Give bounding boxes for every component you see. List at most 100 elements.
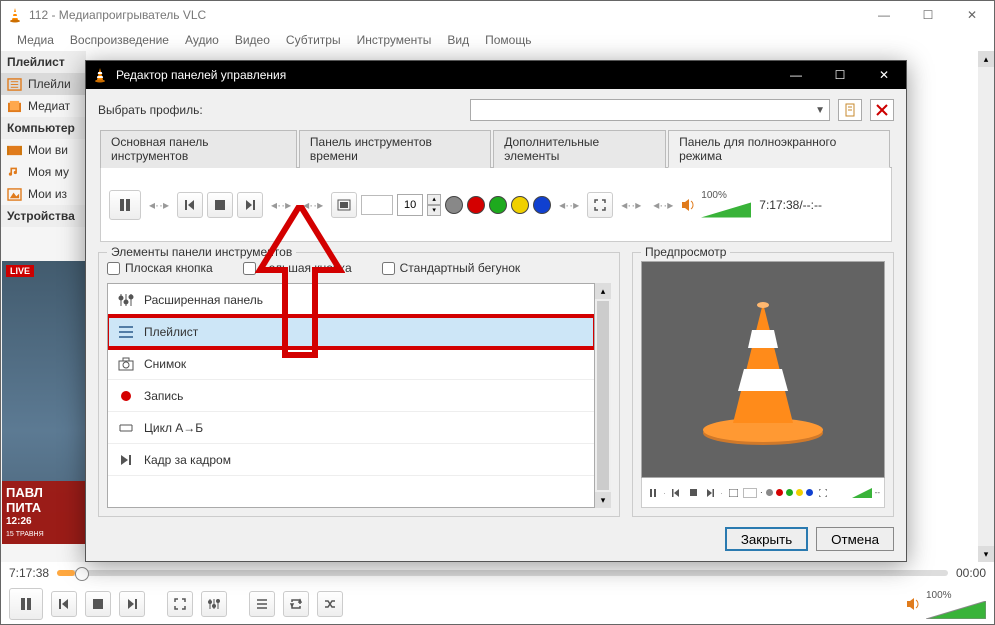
color-red[interactable] <box>467 196 485 214</box>
menu-tools[interactable]: Инструменты <box>351 31 438 49</box>
check-std-slider[interactable]: Стандартный бегунок <box>382 261 521 275</box>
separator-icon: ◂··▸ <box>299 198 327 212</box>
vlc-cone-icon <box>7 7 23 23</box>
mini-next[interactable] <box>703 486 717 500</box>
list-scroll-up[interactable]: ▴ <box>595 283 611 299</box>
time-current: 7:17:38 <box>9 566 49 580</box>
frame-step-icon <box>118 453 134 467</box>
mini-stop[interactable] <box>686 486 700 500</box>
color-gray[interactable] <box>445 196 463 214</box>
list-icon <box>118 325 134 339</box>
prev-button[interactable] <box>51 591 77 617</box>
preview-fullscreen[interactable] <box>587 192 613 218</box>
preview-slider[interactable] <box>361 195 393 215</box>
elements-list[interactable]: Расширенная панель Плейлист Снимок <box>107 283 595 508</box>
preview-toggle-video[interactable] <box>331 192 357 218</box>
dialog-maximize[interactable]: ☐ <box>818 61 862 89</box>
tab-time-toolbar[interactable]: Панель инструментов времени <box>299 130 491 168</box>
mini-fullscreen[interactable] <box>816 486 830 500</box>
preview-spinner[interactable]: ▴▾ <box>427 194 441 216</box>
mini-prev[interactable] <box>669 486 683 500</box>
sidebar-item-media[interactable]: Медиат <box>1 95 86 117</box>
main-controls: 100% <box>1 584 994 624</box>
preview-groupbox: Предпросмотр · <box>632 252 894 517</box>
mini-pause[interactable] <box>646 486 660 500</box>
separator-icon: ◂··▸ <box>145 198 173 212</box>
color-blue[interactable] <box>533 196 551 214</box>
color-yellow[interactable] <box>511 196 529 214</box>
ext-settings-button[interactable] <box>201 591 227 617</box>
scroll-up[interactable]: ▴ <box>978 51 994 67</box>
tab-extra[interactable]: Дополнительные элементы <box>493 130 666 168</box>
playlist-button[interactable] <box>249 591 275 617</box>
color-green[interactable] <box>489 196 507 214</box>
mini-volume[interactable] <box>852 488 872 498</box>
menu-subtitles[interactable]: Субтитры <box>280 31 347 49</box>
preview-prev[interactable] <box>177 192 203 218</box>
sidebar-item-playlist[interactable]: Плейли <box>1 73 86 95</box>
element-ab-loop[interactable]: Цикл А→Б <box>108 412 594 444</box>
vlc-cone-icon <box>92 67 108 83</box>
profile-select[interactable]: ▼ <box>470 99 830 121</box>
sidebar-item-pictures[interactable]: Мои из <box>1 183 86 205</box>
menu-help[interactable]: Помощь <box>479 31 537 49</box>
dialog-close-button[interactable]: Закрыть <box>725 527 808 551</box>
fullscreen-button[interactable] <box>167 591 193 617</box>
next-button[interactable] <box>119 591 145 617</box>
element-playlist[interactable]: Плейлист <box>108 316 594 348</box>
preview-next[interactable] <box>237 192 263 218</box>
check-big-button[interactable]: Большая кнопка <box>243 261 352 275</box>
menu-view[interactable]: Вид <box>441 31 475 49</box>
preview-mini-controls: · · · -- <box>641 478 885 508</box>
delete-profile-button[interactable] <box>870 99 894 121</box>
shuffle-button[interactable] <box>317 591 343 617</box>
new-profile-button[interactable] <box>838 99 862 121</box>
speaker-icon <box>681 198 697 212</box>
stop-button[interactable] <box>85 591 111 617</box>
seek-track[interactable] <box>57 570 948 576</box>
dialog-cancel-button[interactable]: Отмена <box>816 527 894 551</box>
preview-stop[interactable] <box>207 192 233 218</box>
maximize-button[interactable]: ☐ <box>906 1 950 29</box>
sidebar-item-music[interactable]: Моя му <box>1 161 86 183</box>
separator-icon: ◂··▸ <box>649 198 677 212</box>
speaker-icon[interactable] <box>906 597 922 611</box>
timeline[interactable]: 7:17:38 00:00 <box>1 562 994 584</box>
scroll-down[interactable]: ▾ <box>978 546 994 562</box>
element-snapshot[interactable]: Снимок <box>108 348 594 380</box>
preview-volume-slider[interactable] <box>701 201 751 219</box>
tab-fullscreen[interactable]: Панель для полноэкранного режима <box>668 130 890 168</box>
dialog-minimize[interactable]: — <box>774 61 818 89</box>
menu-playback[interactable]: Воспроизведение <box>64 31 175 49</box>
profile-label: Выбрать профиль: <box>98 103 203 117</box>
element-record[interactable]: Запись <box>108 380 594 412</box>
dialog-tabs: Основная панель инструментов Панель инст… <box>100 129 892 168</box>
list-scroll-down[interactable]: ▾ <box>595 492 611 508</box>
loop-button[interactable] <box>283 591 309 617</box>
element-advanced-panel[interactable]: Расширенная панель <box>108 284 594 316</box>
menu-audio[interactable]: Аудио <box>179 31 225 49</box>
mini-tv[interactable] <box>726 486 740 500</box>
menu-media[interactable]: Медиа <box>11 31 60 49</box>
video-preview: LIVE ПАВЛ ПИТА 12:26 15 ТРАВНЯ <box>2 261 85 544</box>
pause-button[interactable] <box>9 588 43 620</box>
ab-loop-icon <box>118 421 134 435</box>
preview-volume-pct: 100% <box>701 190 751 201</box>
tab-main-toolbar[interactable]: Основная панель инструментов <box>100 130 297 168</box>
music-icon <box>7 166 22 179</box>
check-flat-button[interactable]: Плоская кнопка <box>107 261 213 275</box>
dialog-close[interactable]: ✕ <box>862 61 906 89</box>
element-frame-by-frame[interactable]: Кадр за кадром <box>108 444 594 476</box>
preview-time-display: 7:17:38/--:-- <box>759 198 822 212</box>
menu-video[interactable]: Видео <box>229 31 276 49</box>
preview-spin-value[interactable]: 10 <box>397 194 423 216</box>
sidebar-head-devices: Устройства <box>1 205 86 227</box>
toolbar-editor-dialog: Редактор панелей управления — ☐ ✕ Выбрат… <box>85 60 907 562</box>
list-scroll-thumb[interactable] <box>597 301 609 490</box>
volume-slider[interactable] <box>926 601 986 619</box>
preview-pause[interactable] <box>109 190 141 220</box>
sidebar-item-videos[interactable]: Мои ви <box>1 139 86 161</box>
minimize-button[interactable]: — <box>862 1 906 29</box>
preview-group-label: Предпросмотр <box>641 245 730 259</box>
close-button[interactable]: ✕ <box>950 1 994 29</box>
